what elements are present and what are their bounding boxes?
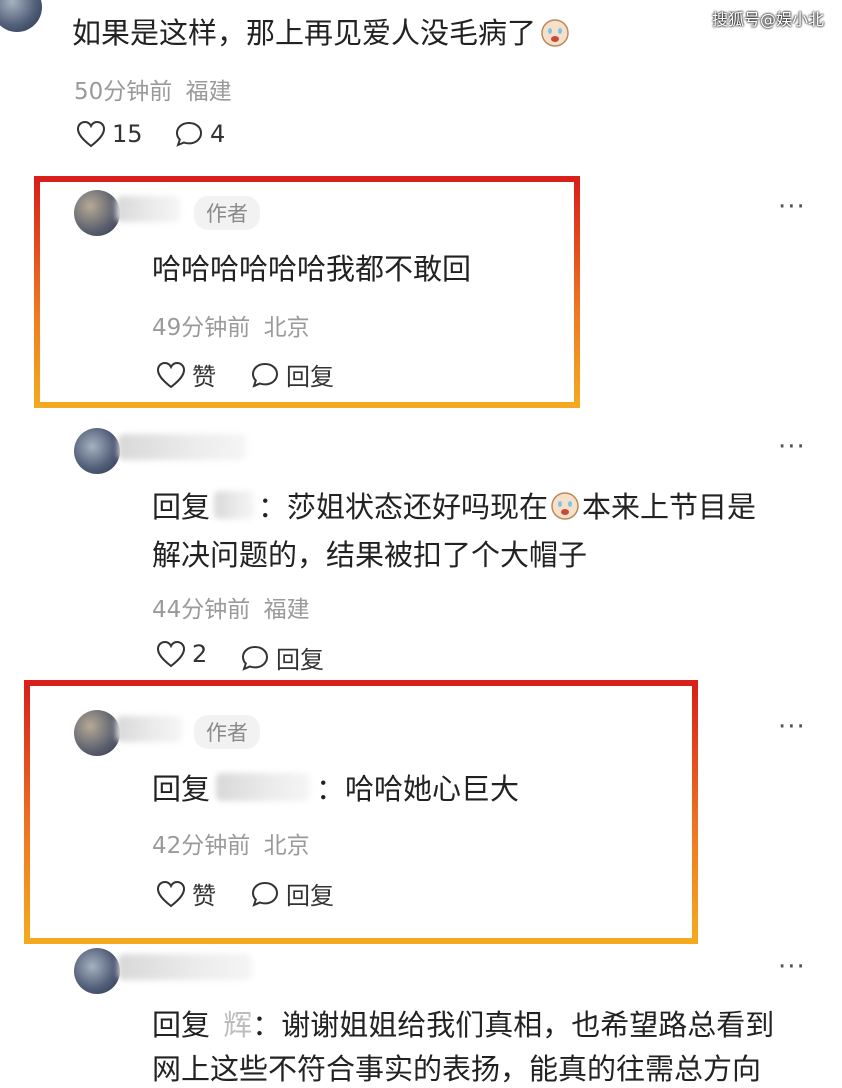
reply-colon: ：: [258, 490, 288, 524]
like-button[interactable]: 赞: [156, 876, 216, 911]
reply-text-body: ：哈哈她心巨大: [316, 772, 520, 806]
avatar[interactable]: [74, 190, 120, 236]
reply-time: 49分钟前: [152, 315, 251, 341]
like-button[interactable]: 15: [76, 120, 143, 148]
username-blurred[interactable]: [118, 954, 252, 980]
like-count: 2: [192, 640, 208, 668]
reply-prefix: 回复: [152, 490, 211, 524]
author-badge: 作者: [194, 196, 260, 230]
crying-emoji-icon: [550, 490, 580, 520]
reply-target-blurred[interactable]: [214, 491, 255, 519]
reply-meta: 44分钟前 福建: [152, 590, 310, 624]
avatar[interactable]: [74, 428, 120, 474]
reply-target: 辉: [223, 1008, 253, 1042]
username-blurred[interactable]: [118, 434, 246, 460]
reply-meta: 42分钟前 北京: [152, 826, 310, 860]
reply-location: 北京: [263, 833, 310, 859]
reply-location: 福建: [263, 597, 310, 623]
reply-time: 44分钟前: [152, 597, 251, 623]
like-label: 赞: [192, 363, 216, 391]
comment-bubble-icon: [250, 880, 280, 908]
like-label: 赞: [192, 882, 216, 910]
reply-text-line: 回复 ： 莎姐状态还好吗现在 本来上节目是: [152, 484, 756, 526]
reply-text-body: ：谢谢姐姐给我们真相，也希望路总看到: [252, 1008, 775, 1042]
reply-time: 42分钟前: [152, 833, 251, 859]
more-options-icon[interactable]: ···: [778, 712, 806, 742]
reply-text-body-cont: 本来上节目是: [582, 490, 757, 524]
reply-prefix: 回复: [152, 1008, 211, 1042]
more-options-icon[interactable]: ···: [778, 432, 806, 462]
reply-button[interactable]: 回复: [250, 357, 334, 392]
reply-label: 回复: [276, 646, 324, 674]
heart-icon: [156, 640, 186, 668]
avatar[interactable]: [0, 0, 42, 32]
more-options-icon[interactable]: ···: [778, 952, 806, 982]
author-badge: 作者: [194, 715, 260, 749]
comment-location: 福建: [185, 79, 232, 105]
reply-target-blurred[interactable]: [216, 773, 311, 801]
reply-text-line: 回复 辉：谢谢姐姐给我们真相，也希望路总看到: [152, 1002, 774, 1044]
like-button[interactable]: 赞: [156, 357, 216, 392]
reply-text-line: 网上这些不符合事实的表扬，能真的往需总方向: [152, 1052, 762, 1086]
reply-meta: 49分钟前 北京: [152, 308, 310, 342]
username-blurred[interactable]: [116, 196, 180, 222]
heart-icon: [156, 880, 186, 908]
heart-icon: [156, 361, 186, 389]
avatar[interactable]: [74, 948, 120, 994]
reply-button[interactable]: 回复: [250, 876, 334, 911]
reply-count-button[interactable]: 4: [174, 120, 225, 148]
reply-prefix: 回复: [152, 772, 211, 806]
username-blurred[interactable]: [116, 716, 182, 742]
reply-count: 4: [210, 120, 226, 148]
reply-button[interactable]: 回复: [240, 640, 324, 675]
heart-icon: [76, 120, 106, 148]
watermark: 搜狐号@娱小北: [712, 10, 825, 29]
more-options-icon[interactable]: ···: [778, 192, 806, 222]
reply-location: 北京: [263, 315, 310, 341]
comment-time: 50分钟前: [74, 79, 173, 105]
comment-bubble-icon: [250, 361, 280, 389]
crying-emoji-icon: [540, 17, 570, 47]
reply-text: 哈哈哈哈哈哈我都不敢回: [152, 252, 472, 286]
comment-text-body: 如果是这样，那上再见爱人没毛病了: [72, 16, 537, 50]
avatar[interactable]: [74, 710, 120, 756]
reply-text-line: 解决问题的，结果被扣了个大帽子: [152, 538, 588, 572]
reply-text-line: 回复 ：哈哈她心巨大: [152, 766, 519, 808]
reply-label: 回复: [286, 363, 334, 391]
comment-text: 如果是这样，那上再见爱人没毛病了: [72, 10, 570, 52]
comment-bubble-icon: [240, 644, 270, 672]
reply-text-body: 莎姐状态还好吗现在: [287, 490, 549, 524]
reply-label: 回复: [286, 882, 334, 910]
comment-meta: 50分钟前 福建: [74, 72, 232, 106]
like-count: 15: [112, 120, 143, 148]
like-button[interactable]: 2: [156, 640, 207, 668]
comment-bubble-icon: [174, 120, 204, 148]
